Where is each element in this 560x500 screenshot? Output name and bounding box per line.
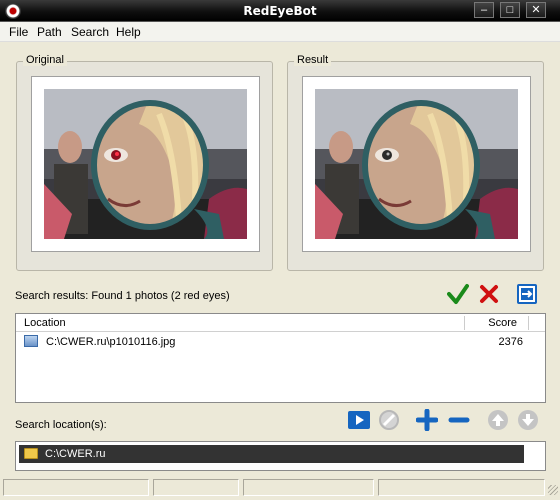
original-photo-frame bbox=[31, 76, 260, 252]
minimize-button[interactable]: ‒ bbox=[474, 2, 494, 18]
original-label: Original bbox=[23, 54, 67, 66]
move-up-icon[interactable] bbox=[487, 409, 509, 431]
list-item[interactable]: C:\CWER.ru bbox=[19, 445, 524, 463]
result-group: Result bbox=[287, 54, 544, 271]
search-locations-list[interactable]: C:\CWER.ru bbox=[15, 441, 546, 471]
close-button[interactable]: ✕ bbox=[526, 2, 546, 18]
play-icon[interactable] bbox=[347, 409, 371, 431]
image-file-icon bbox=[24, 335, 38, 347]
original-photo bbox=[44, 89, 247, 239]
row-score: 2376 bbox=[498, 336, 523, 348]
results-list-header: Location Score bbox=[16, 314, 545, 332]
menu-help[interactable]: Help bbox=[116, 25, 141, 39]
column-location[interactable]: Location bbox=[24, 317, 66, 329]
results-summary: Search results: Found 1 photos (2 red ey… bbox=[15, 290, 230, 302]
column-divider[interactable] bbox=[528, 316, 529, 330]
column-score[interactable]: Score bbox=[488, 317, 517, 329]
menu-search[interactable]: Search bbox=[71, 25, 109, 39]
add-icon[interactable] bbox=[416, 409, 438, 431]
result-label: Result bbox=[294, 54, 332, 66]
location-path: C:\CWER.ru bbox=[45, 448, 106, 460]
menu-path[interactable]: Path bbox=[37, 25, 62, 39]
column-divider[interactable] bbox=[464, 316, 465, 330]
results-list[interactable]: Location Score C:\CWER.ru\p1010116.jpg 2… bbox=[15, 313, 546, 403]
move-down-icon[interactable] bbox=[517, 409, 539, 431]
status-panel bbox=[243, 479, 374, 496]
search-locations-label: Search location(s): bbox=[15, 419, 107, 431]
resize-grip[interactable] bbox=[548, 485, 558, 495]
status-panel bbox=[378, 479, 545, 496]
accept-icon[interactable] bbox=[447, 283, 469, 305]
folder-icon bbox=[24, 448, 38, 459]
status-bar bbox=[0, 477, 560, 500]
menu-bar: File Path Search Help bbox=[0, 22, 560, 42]
reject-icon[interactable] bbox=[478, 283, 500, 305]
maximize-button[interactable]: □ bbox=[500, 2, 520, 18]
status-panel bbox=[3, 479, 149, 496]
result-photo bbox=[315, 89, 518, 239]
status-panel bbox=[153, 479, 239, 496]
title-bar: RedEyeBot ‒ □ ✕ bbox=[0, 0, 560, 22]
result-photo-frame bbox=[302, 76, 531, 252]
table-row[interactable]: C:\CWER.ru\p1010116.jpg 2376 bbox=[16, 333, 545, 351]
cancel-icon[interactable] bbox=[378, 409, 400, 431]
export-icon[interactable] bbox=[516, 283, 538, 305]
original-group: Original bbox=[16, 54, 273, 271]
menu-file[interactable]: File bbox=[9, 25, 28, 39]
row-location: C:\CWER.ru\p1010116.jpg bbox=[46, 336, 176, 348]
remove-icon[interactable] bbox=[448, 409, 470, 431]
